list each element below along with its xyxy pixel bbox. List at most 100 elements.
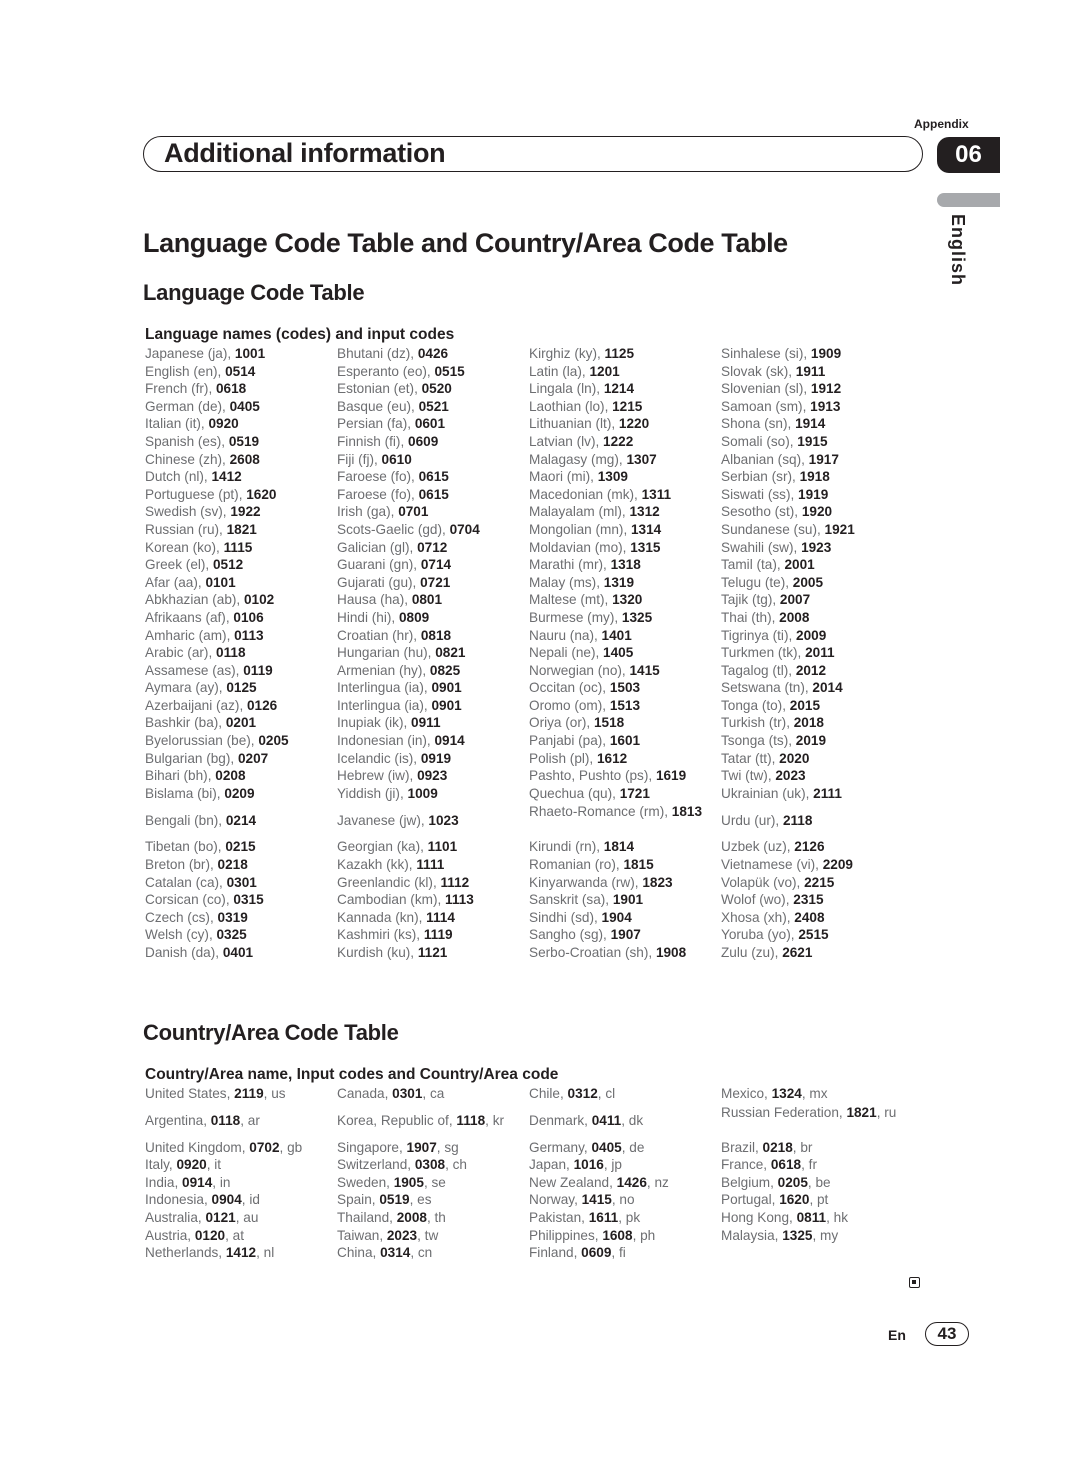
table-cell: Hungarian (hu), 0821 [337,644,529,662]
table-cell: Persian (fa), 0601 [337,415,529,433]
table-cell: Kannada (kn), 1114 [337,909,529,927]
table-cell: Mongolian (mn), 1314 [529,521,721,539]
entry-code: 1318 [610,557,641,573]
entry-name: Zulu (zu), [721,945,783,960]
entry-name: Greek (el), [145,557,213,573]
table-cell: Maori (mi), 1309 [529,468,721,486]
entry-abbreviation: , be [807,1174,831,1190]
entry-code: 0207 [237,750,269,766]
entry-code: 0113 [234,627,264,643]
entry-code: 2018 [793,715,824,731]
entry-name: Malay (ms), [529,574,604,590]
entry-name: Ukrainian (uk), [721,785,814,801]
table-cell: Belgium, 0205, be [721,1174,925,1192]
entry-name: French (fr), [145,381,216,397]
entry-code: 1920 [801,504,833,520]
entry-code: 0519 [228,433,260,449]
entry-code: 2014 [812,680,843,696]
entry-name: Finland, [529,1245,582,1261]
entry-code: 1009 [407,785,438,801]
entry-name: Sundanese (su), [721,521,825,537]
table-cell: Shona (sn), 1914 [721,415,925,433]
table-cell: Czech (cs), 0319 [145,909,337,927]
entry-code: 1611 [588,1209,619,1225]
entry-code: 1905 [393,1174,424,1190]
entry-code: 1401 [601,627,632,643]
entry-code: 2215 [804,874,835,890]
table-cell: Italian (it), 0920 [145,415,337,433]
table-cell: Lithuanian (lt), 1220 [529,415,721,433]
entry-abbreviation: , in [212,1174,231,1190]
entry-code: 1309 [597,469,628,485]
entry-abbreviation: , us [263,1086,286,1101]
entry-code: 1121 [417,945,448,960]
entry-name: Thai (th), [721,609,780,625]
entry-code: 1412 [225,1245,257,1261]
table-cell: Malagasy (mg), 1307 [529,451,721,469]
entry-abbreviation: , es [409,1192,432,1208]
entry-name: Catalan (ca), [145,874,227,890]
table-cell: Urdu (ur), 2118 [721,802,925,838]
entry-abbreviation: , kr [485,1112,505,1128]
entry-abbreviation: , ar [240,1112,260,1128]
entry-code: 1412 [211,469,242,485]
table-cell: Ukrainian (uk), 2111 [721,785,925,803]
table-cell: Inupiak (ik), 0911 [337,714,529,732]
page-number: 43 [925,1322,969,1346]
entry-code: 0615 [418,469,449,485]
country-table-caption: Country/Area name, Input codes and Count… [145,1066,559,1083]
table-cell: Hong Kong, 0811, hk [721,1209,925,1227]
entry-name: Korean (ko), [145,539,224,555]
entry-code: 2119 [234,1086,264,1101]
entry-code: 1405 [603,645,634,661]
table-cell: Icelandic (is), 0919 [337,750,529,768]
entry-code: 0521 [418,398,449,414]
entry-abbreviation: , hk [826,1209,848,1225]
entry-abbreviation: , it [206,1157,222,1173]
table-cell: India, 0914, in [145,1174,337,1192]
entry-name: Taiwan, [337,1227,387,1243]
entry-name: United Kingdom, [145,1139,250,1155]
entry-name: Romanian (ro), [529,857,624,873]
entry-code: 0721 [420,574,451,590]
entry-code: 1201 [589,363,620,379]
entry-abbreviation: , gb [279,1139,303,1155]
entry-code: 0121 [205,1209,236,1225]
table-cell: Nauru (na), 1401 [529,627,721,645]
entry-name: China, [337,1245,381,1261]
language-tab-bar [937,193,1000,207]
table-cell: Panjabi (pa), 1601 [529,732,721,750]
table-cell: Russian (ru), 1821 [145,521,337,539]
entry-code: 0920 [176,1157,207,1173]
table-cell: Kurdish (ku), 1121 [337,944,529,962]
entry-name: Malagasy (mg), [529,451,627,467]
table-cell: Taiwan, 2023, tw [337,1227,529,1245]
table-cell: Tajik (tg), 2007 [721,591,925,609]
table-cell: Xhosa (xh), 2408 [721,909,925,927]
table-cell: Abkhazian (ab), 0102 [145,591,337,609]
entry-name: Basque (eu), [337,398,419,414]
table-cell: Sanskrit (sa), 1901 [529,891,721,909]
entry-name: Czech (cs), [145,909,218,925]
entry-name: Bhutani (dz), [337,346,418,361]
entry-name: Yiddish (ji), [337,785,408,801]
entry-code: 0218 [762,1139,793,1155]
entry-code: 1125 [604,346,635,361]
entry-abbreviation: , jp [603,1157,622,1173]
entry-code: 1608 [602,1227,633,1243]
entry-name: Occitan (oc), [529,680,610,696]
entry-name: Guarani (gn), [337,557,421,573]
entry-code: 1325 [621,609,653,625]
table-cell: Somali (so), 1915 [721,433,925,451]
table-cell: Guarani (gn), 0714 [337,556,529,574]
entry-code: 0426 [417,346,449,361]
entry-code: 0208 [215,768,246,784]
entry-code: 0102 [244,592,275,608]
entry-name: Panjabi (pa), [529,733,610,749]
entry-abbreviation: , cl [597,1086,616,1101]
table-cell: Interlingua (ia), 0901 [337,697,529,715]
entry-code: 0401 [222,945,254,960]
language-code-table: Japanese (ja), 1001 Bhutani (dz), 0426 Kir… [145,345,925,962]
entry-code: 1911 [795,363,826,379]
table-cell: Turkmen (tk), 2011 [721,644,925,662]
